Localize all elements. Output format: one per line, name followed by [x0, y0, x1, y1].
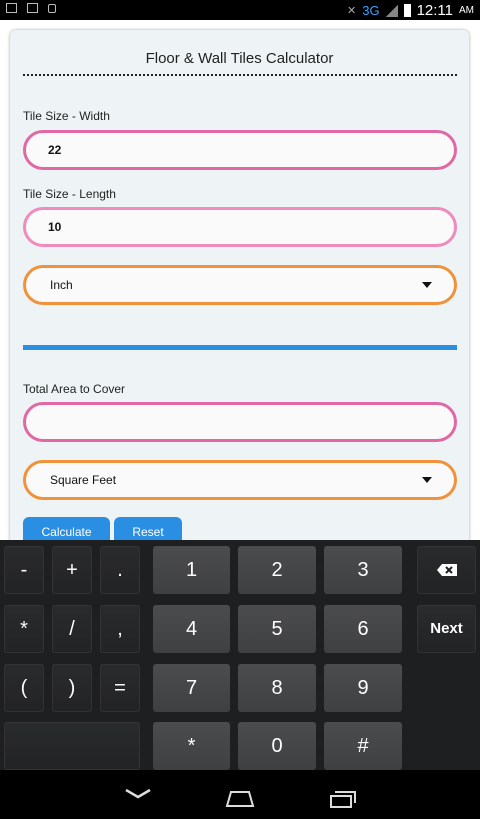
- key-0[interactable]: 0: [238, 722, 316, 770]
- key-minus[interactable]: -: [4, 546, 44, 594]
- area-unit-select-value: Square Feet: [50, 473, 117, 487]
- key-1[interactable]: 1: [153, 546, 230, 594]
- key-9[interactable]: 9: [324, 664, 402, 712]
- battery-icon: [403, 4, 411, 17]
- mute-icon: ✕: [347, 5, 357, 17]
- length-input[interactable]: 10: [23, 207, 457, 247]
- network-type: 3G: [362, 3, 380, 18]
- backspace-icon: [436, 564, 457, 576]
- section-divider: [23, 345, 457, 350]
- back-icon[interactable]: [124, 786, 152, 800]
- area-label: Total Area to Cover: [23, 382, 126, 396]
- key-5[interactable]: 5: [238, 605, 316, 653]
- length-label: Tile Size - Length: [23, 187, 116, 201]
- key-close-paren[interactable]: ): [52, 664, 92, 712]
- key-period[interactable]: .: [100, 546, 140, 594]
- key-star[interactable]: *: [153, 722, 230, 770]
- chevron-down-icon: [422, 282, 432, 288]
- key-comma[interactable]: ,: [100, 605, 140, 653]
- page-title: Floor & Wall Tiles Calculator: [145, 50, 334, 67]
- clock-ampm: AM: [459, 5, 474, 16]
- area-input[interactable]: [23, 402, 457, 442]
- backspace-key[interactable]: [417, 546, 476, 594]
- key-open-paren[interactable]: (: [4, 664, 44, 712]
- unit-select[interactable]: Inch: [23, 265, 457, 305]
- key-3[interactable]: 3: [324, 546, 402, 594]
- recent-apps-icon[interactable]: [329, 790, 357, 808]
- key-2[interactable]: 2: [238, 546, 316, 594]
- chevron-down-icon: [422, 477, 432, 483]
- key-7[interactable]: 7: [153, 664, 230, 712]
- key-slash[interactable]: /: [52, 605, 92, 653]
- key-hash[interactable]: #: [324, 722, 402, 770]
- navigation-bar: [0, 770, 480, 819]
- notification-icon: [6, 3, 17, 13]
- width-input[interactable]: 22: [23, 130, 457, 170]
- key-6[interactable]: 6: [324, 605, 402, 653]
- signal-icon: [385, 4, 398, 17]
- key-plus[interactable]: +: [52, 546, 92, 594]
- clock: 12:11: [416, 2, 453, 19]
- width-label: Tile Size - Width: [23, 109, 110, 123]
- lock-icon: [48, 3, 56, 13]
- next-key[interactable]: Next: [417, 605, 476, 653]
- title-divider: [23, 74, 457, 76]
- image-notification-icon: [27, 3, 38, 13]
- numeric-keyboard: - + . 1 2 3 * / , 4 5 6 Next ( ) = 7 8 9…: [0, 540, 480, 770]
- key-equals[interactable]: =: [100, 664, 140, 712]
- unit-select-value: Inch: [50, 278, 73, 292]
- home-icon[interactable]: [225, 790, 255, 808]
- status-bar: ✕ 3G 12:11 AM: [0, 0, 480, 20]
- area-unit-select[interactable]: Square Feet: [23, 460, 457, 500]
- key-8[interactable]: 8: [238, 664, 316, 712]
- key-asterisk[interactable]: *: [4, 605, 44, 653]
- calculator-card: Floor & Wall Tiles Calculator Tile Size …: [10, 30, 469, 560]
- key-4[interactable]: 4: [153, 605, 230, 653]
- space-key[interactable]: [4, 722, 140, 770]
